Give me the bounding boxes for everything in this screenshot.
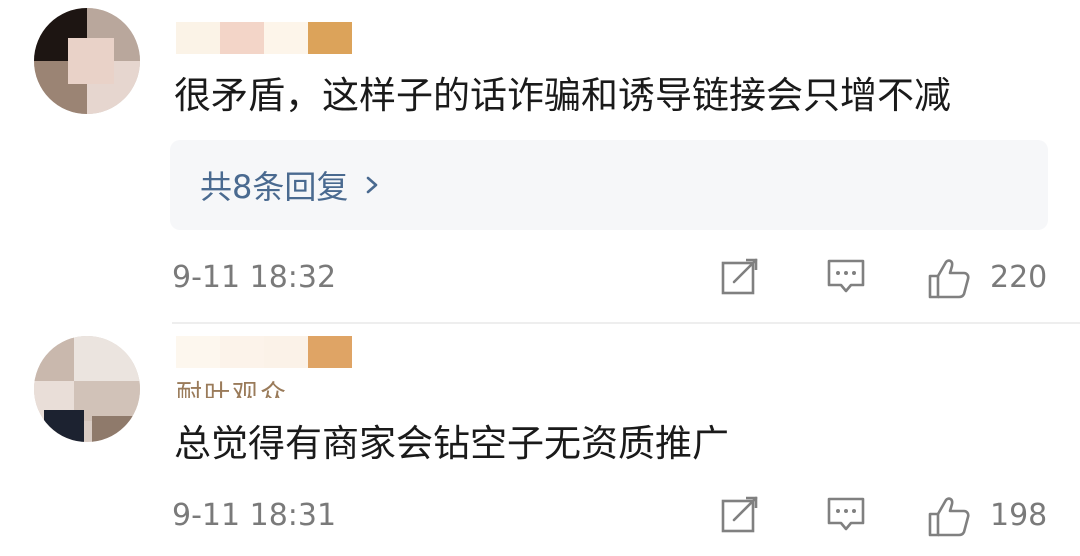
comment-meta: 9-11 18:31 198 (0, 486, 1080, 546)
comment-item: 很矛盾，这样子的话诈骗和诱导链接会只增不减 共8条回复 9-11 18:32 2… (0, 0, 1080, 322)
timestamp: 9-11 18:31 (172, 498, 337, 533)
like-count: 220 (990, 260, 1048, 295)
share-edit-icon (721, 258, 758, 295)
thumbs-up-icon (928, 259, 970, 299)
comment-bubble-icon (827, 259, 865, 293)
timestamp: 9-11 18:32 (172, 260, 337, 295)
view-replies-button[interactable]: 共8条回复 (170, 140, 1048, 230)
share-edit-icon (721, 496, 758, 533)
divider (172, 322, 1080, 324)
comment-text: 总觉得有商家会钻空子无资质推广 (174, 422, 729, 465)
like-button[interactable] (926, 256, 972, 300)
like-count: 198 (990, 498, 1048, 533)
username-blurred[interactable] (176, 22, 352, 54)
avatar[interactable] (34, 336, 140, 442)
replies-count-label: 共8条回复 (200, 168, 349, 206)
like-button[interactable] (926, 494, 972, 538)
comment-bubble-icon (827, 497, 865, 531)
reply-button[interactable] (826, 256, 866, 300)
avatar[interactable] (34, 8, 140, 114)
share-button[interactable] (720, 256, 760, 300)
reply-button[interactable] (826, 494, 866, 538)
chevron-right-icon (367, 176, 378, 194)
username-blurred[interactable] (176, 336, 352, 368)
comment-item: 耐叶观众 总觉得有商家会钻空子无资质推广 9-11 18:31 198 (0, 322, 1080, 556)
thumbs-up-icon (928, 497, 970, 537)
user-tag: 耐叶观众 (176, 380, 289, 398)
comment-meta: 9-11 18:32 220 (0, 248, 1080, 308)
share-button[interactable] (720, 494, 760, 538)
comment-text: 很矛盾，这样子的话诈骗和诱导链接会只增不减 (174, 74, 951, 117)
